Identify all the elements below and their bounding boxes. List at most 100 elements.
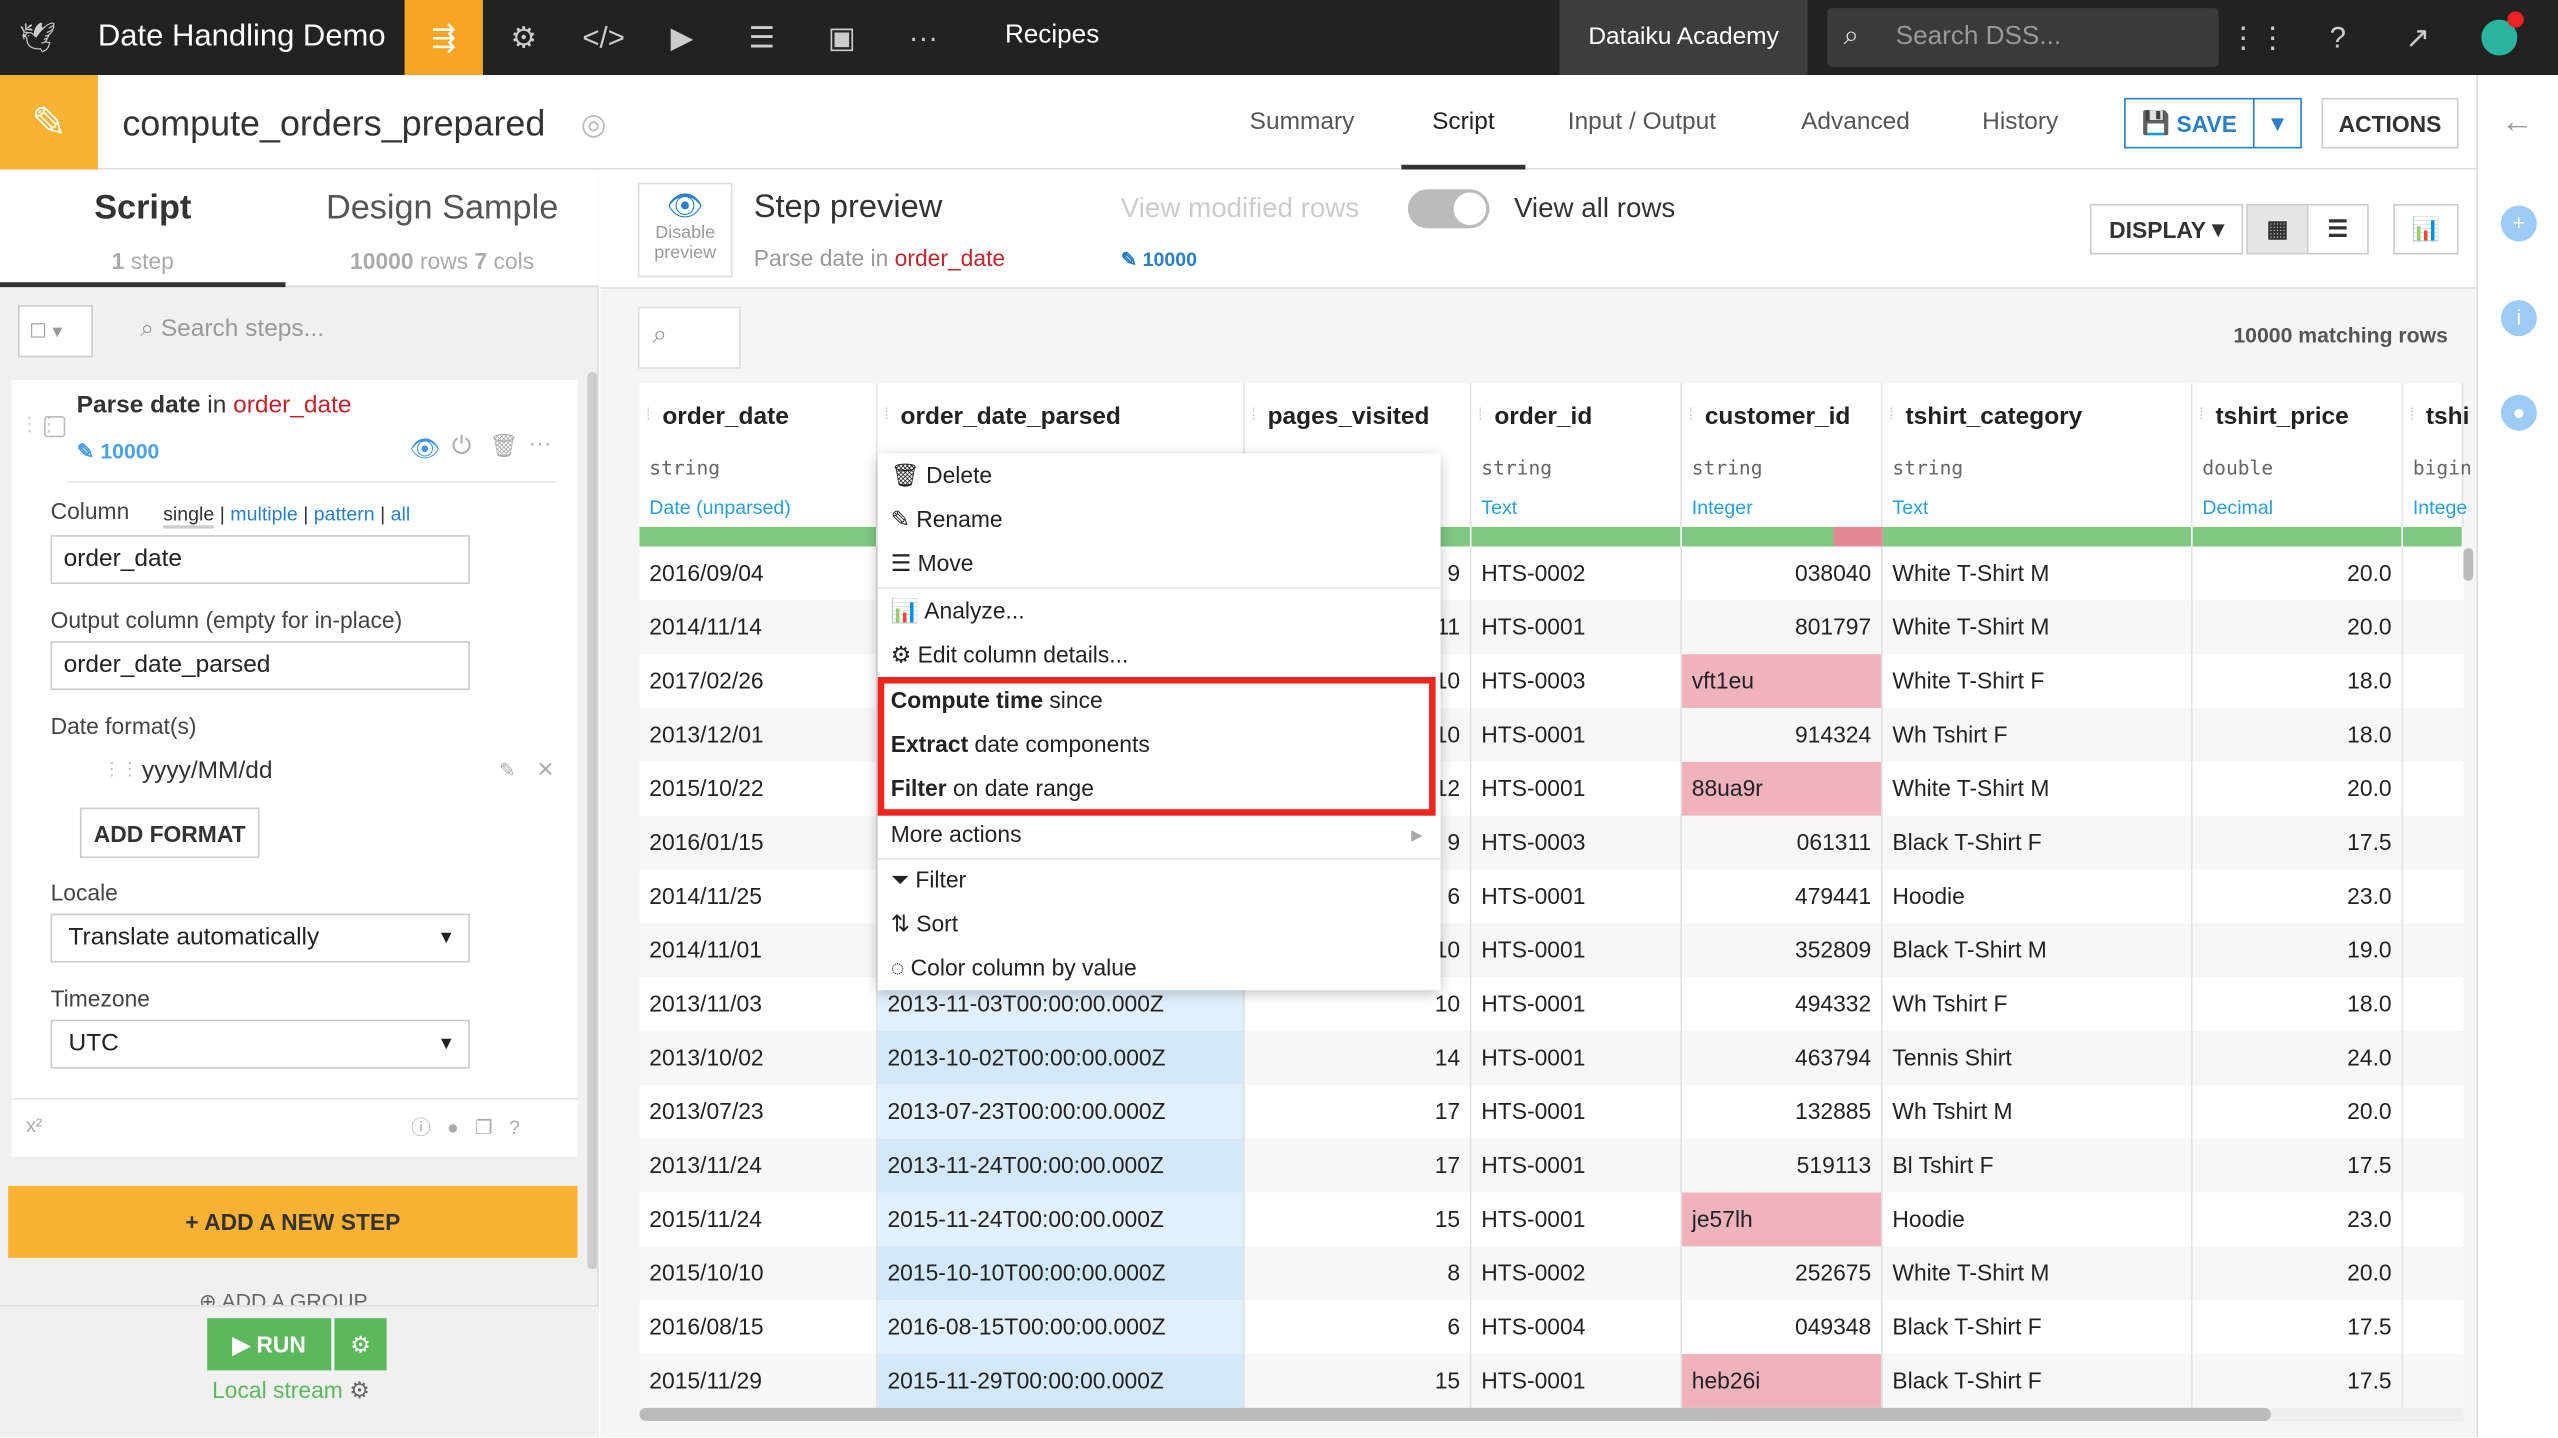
table-cell[interactable]: 20.0 xyxy=(2193,1084,2404,1139)
table-cell[interactable]: HTS-0002 xyxy=(1472,546,1682,601)
close-icon[interactable]: ✕ xyxy=(537,757,555,783)
help-icon[interactable]: ? xyxy=(2300,0,2375,75)
table-cell[interactable]: 2013/07/23 xyxy=(640,1084,878,1139)
mode-pattern[interactable]: pattern xyxy=(314,502,375,525)
table-cell[interactable]: HTS-0001 xyxy=(1472,1138,1682,1193)
drag-handle-icon[interactable]: ⁞ xyxy=(2199,406,2204,424)
table-cell[interactable]: 801797 xyxy=(1682,600,1883,655)
academy-link[interactable]: Dataiku Academy xyxy=(1559,0,1808,76)
table-cell[interactable]: 18.0 xyxy=(2193,708,2404,762)
column-storage-type[interactable]: string xyxy=(1692,457,1763,480)
column-header[interactable]: ⁞ tshirt_category string Text xyxy=(1882,383,2193,527)
section-recipes[interactable]: Recipes xyxy=(1005,21,1099,50)
table-cell[interactable]: 17.5 xyxy=(2193,815,2404,870)
disable-preview-button[interactable]: 👁 Disable preview xyxy=(637,182,733,278)
table-cell[interactable]: 24.0 xyxy=(2193,1031,2404,1085)
drag-handle-icon[interactable]: ⁞ xyxy=(1478,406,1483,424)
table-cell[interactable]: 2013/12/01 xyxy=(640,708,878,762)
table-cell[interactable]: 18.0 xyxy=(2193,977,2404,1032)
table-cell[interactable]: HTS-0003 xyxy=(1472,654,1682,709)
menu-compute-time-since[interactable]: Compute time since xyxy=(891,679,1429,723)
run-button[interactable]: ▶ RUN xyxy=(207,1318,332,1371)
table-cell[interactable]: Wh Tshirt F xyxy=(1883,708,2193,762)
table-cell[interactable]: HTS-0001 xyxy=(1472,1354,1682,1408)
view-modified-rows-option[interactable]: View modified rows xyxy=(1121,193,1359,226)
table-cell[interactable]: 914324 xyxy=(1682,708,1883,762)
table-cell[interactable]: HTS-0002 xyxy=(1472,1246,1682,1301)
tab-script[interactable]: Script xyxy=(1401,75,1526,170)
table-cell[interactable]: 18.0 xyxy=(2193,654,2404,709)
table-cell[interactable]: 15 xyxy=(1245,1192,1472,1247)
table-cell[interactable]: 479441 xyxy=(1682,869,1883,924)
column-name[interactable]: customer_id xyxy=(1705,403,1851,431)
mode-multiple[interactable]: multiple xyxy=(230,502,297,525)
menu-edit-column[interactable]: ⚙ Edit column details... xyxy=(891,633,1429,677)
table-cell[interactable]: 15 xyxy=(1245,1354,1472,1408)
compass-icon[interactable]: ◎ xyxy=(581,108,607,142)
table-cell[interactable]: Black T-Shirt F xyxy=(1883,815,2193,870)
drag-handle-icon[interactable]: ⁞ xyxy=(2410,406,2415,424)
table-cell[interactable]: White T-Shirt M xyxy=(1883,1246,2193,1301)
dashboard-icon[interactable]: ▣ xyxy=(804,0,879,75)
column-meaning[interactable]: Text xyxy=(1892,496,1928,519)
column-header[interactable]: ⁞ order_id string Text xyxy=(1471,383,1682,527)
column-storage-type[interactable]: string xyxy=(649,457,720,480)
table-cell[interactable]: 2015-11-29T00:00:00.000Z xyxy=(877,1354,1245,1408)
column-input[interactable]: order_date xyxy=(50,535,470,585)
table-cell[interactable]: 2014/11/14 xyxy=(640,600,878,655)
table-cell[interactable]: White T-Shirt M xyxy=(1883,761,2193,816)
table-cell[interactable]: 17 xyxy=(1245,1084,1472,1139)
table-cell[interactable]: 2015/11/24 xyxy=(640,1192,878,1247)
run-icon[interactable]: ▶ xyxy=(644,0,719,75)
table-cell[interactable]: 494332 xyxy=(1682,977,1883,1032)
chat-icon[interactable]: ● xyxy=(2500,394,2537,431)
trash-icon[interactable]: 🗑 xyxy=(489,432,518,460)
table-cell[interactable]: 20.0 xyxy=(2193,546,2404,601)
info-icon[interactable]: i xyxy=(2500,300,2537,337)
table-cell[interactable]: Hoodie xyxy=(1883,1192,2193,1247)
table-cell[interactable]: 23.0 xyxy=(2193,869,2404,924)
column-name[interactable]: tshi xyxy=(2426,403,2470,431)
table-cell[interactable]: 17.5 xyxy=(2193,1138,2404,1193)
menu-color-by-value[interactable]: ◌ Color column by value xyxy=(891,946,1429,990)
menu-extract-date-components[interactable]: Extract date components xyxy=(891,723,1429,767)
table-cell[interactable]: 2015/10/10 xyxy=(640,1246,878,1301)
edit-icon[interactable]: ✎ xyxy=(499,759,515,782)
recipe-name[interactable]: compute_orders_prepared xyxy=(122,103,545,145)
save-button[interactable]: 💾 SAVE xyxy=(2124,97,2255,149)
horizontal-scrollbar[interactable] xyxy=(639,1407,2464,1421)
comment-toggle[interactable]: x² xyxy=(26,1114,42,1137)
table-cell[interactable]: Wh Tshirt F xyxy=(1883,977,2193,1032)
table-cell[interactable]: HTS-0001 xyxy=(1472,708,1682,762)
table-cell[interactable]: 2015/11/29 xyxy=(640,1354,878,1408)
table-cell[interactable]: Tennis Shirt xyxy=(1883,1031,2193,1085)
drag-handle-icon[interactable]: ⁞ xyxy=(1889,406,1894,424)
table-cell[interactable]: 519113 xyxy=(1682,1138,1883,1193)
date-format-value[interactable]: yyyy/MM/dd xyxy=(142,757,273,785)
column-meaning[interactable]: Intege xyxy=(2413,496,2467,519)
project-title[interactable]: Date Handling Demo xyxy=(98,20,386,56)
filter-search-input[interactable]: ⌕ xyxy=(637,306,741,369)
output-column-input[interactable]: order_date_parsed xyxy=(50,641,470,691)
menu-sort[interactable]: ⇅ Sort xyxy=(891,902,1429,946)
table-cell[interactable]: HTS-0001 xyxy=(1472,977,1682,1032)
table-cell[interactable]: 061311 xyxy=(1682,815,1883,870)
add-format-button[interactable]: ADD FORMAT xyxy=(79,807,260,859)
tab-summary[interactable]: Summary xyxy=(1250,75,1355,170)
mode-all[interactable]: all xyxy=(391,502,411,525)
table-cell[interactable]: 17.5 xyxy=(2193,1354,2404,1408)
left-scrollbar[interactable] xyxy=(587,371,598,1270)
table-cell[interactable]: 2016-08-15T00:00:00.000Z xyxy=(877,1300,1245,1355)
menu-rename[interactable]: ✎ Rename xyxy=(891,498,1429,542)
column-name[interactable]: pages_visited xyxy=(1268,403,1430,431)
column-name[interactable]: tshirt_price xyxy=(2215,403,2348,431)
table-cell[interactable]: HTS-0003 xyxy=(1472,815,1682,870)
drag-handle-icon[interactable]: ⁞ xyxy=(1251,406,1256,424)
engine-link[interactable]: Local stream ⚙ xyxy=(212,1377,370,1405)
table-cell[interactable]: 17 xyxy=(1245,1138,1472,1193)
column-name[interactable]: tshirt_category xyxy=(1905,403,2082,431)
table-cell[interactable]: 2013-10-02T00:00:00.000Z xyxy=(877,1031,1245,1085)
table-cell[interactable]: White T-Shirt F xyxy=(1883,654,2193,709)
column-header[interactable]: ⁞ order_date string Date (unparsed) xyxy=(639,383,878,527)
search-steps-input[interactable]: ⌕ Search steps... xyxy=(140,315,324,343)
